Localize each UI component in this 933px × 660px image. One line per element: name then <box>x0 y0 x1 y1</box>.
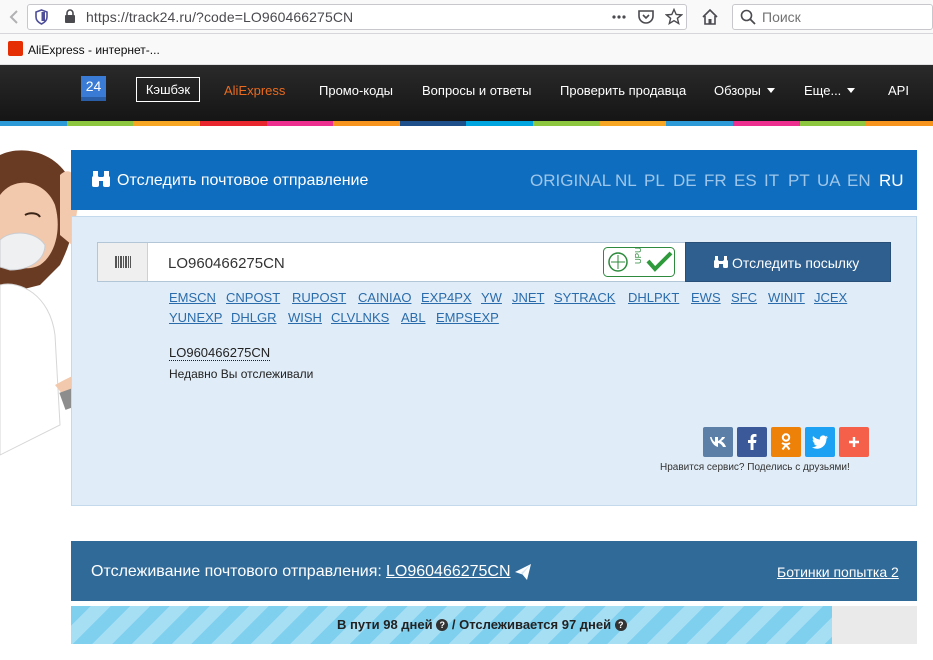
lang-original[interactable]: ORIGINAL <box>530 171 611 191</box>
more-share-button[interactable] <box>839 427 869 457</box>
carrier-link[interactable]: WINIT <box>768 290 805 305</box>
home-icon[interactable] <box>701 8 719 26</box>
facebook-icon <box>748 434 757 450</box>
carrier-link[interactable]: JNET <box>512 290 545 305</box>
lang-pt[interactable]: PT <box>788 171 810 191</box>
aliexpress-favicon-icon[interactable] <box>8 41 23 56</box>
result-title: Отслеживание почтового отправления: <box>91 563 382 580</box>
result-tracking-code[interactable]: LO960466275CN <box>386 563 511 581</box>
carrier-link[interactable]: JCEX <box>814 290 847 305</box>
chevron-down-icon <box>766 88 775 93</box>
help-icon[interactable]: ? <box>436 619 449 631</box>
recent-tracking-label: Недавно Вы отслеживали <box>169 367 314 381</box>
nav-item-faq[interactable]: Вопросы и ответы <box>422 83 531 98</box>
carrier-link[interactable]: SYTRACK <box>554 290 615 305</box>
more-dots-icon[interactable] <box>610 8 628 26</box>
carrier-link[interactable]: RUPOST <box>292 290 346 305</box>
odnoklassniki-icon <box>781 433 791 451</box>
carrier-link[interactable]: WISH <box>288 310 322 325</box>
carrier-link[interactable]: DHLGR <box>231 310 277 325</box>
svg-text:UPU: UPU <box>634 247 643 264</box>
shield-icon[interactable] <box>35 9 48 25</box>
nav-item-check-seller[interactable]: Проверить продавца <box>560 83 686 98</box>
chevron-down-icon <box>847 88 856 93</box>
carrier-link[interactable]: EMPSEXP <box>436 310 499 325</box>
lang-ua[interactable]: UA <box>817 171 841 191</box>
nav-item-reviews[interactable]: Обзоры <box>714 83 775 98</box>
search-placeholder[interactable]: Поиск <box>762 9 801 25</box>
carrier-link[interactable]: YW <box>481 290 502 305</box>
share-prompt: Нравится сервис? Поделись с друзьями! <box>660 462 850 473</box>
search-icon <box>740 9 756 25</box>
paper-plane-icon[interactable] <box>514 563 532 581</box>
vk-icon <box>710 437 726 447</box>
lang-it[interactable]: IT <box>764 171 779 191</box>
lang-fr[interactable]: FR <box>704 171 727 191</box>
parcel-name-link[interactable]: Ботинки попытка 2 <box>777 564 899 580</box>
color-stripe <box>0 121 933 126</box>
carrier-link[interactable]: CLVLNKS <box>331 310 389 325</box>
facebook-share-button[interactable] <box>737 427 767 457</box>
nav-item-more[interactable]: Еще... <box>804 83 856 98</box>
lang-nl[interactable]: NL <box>615 171 637 191</box>
twitter-icon <box>812 435 828 449</box>
site-logo[interactable]: 24 <box>81 76 106 101</box>
lang-en[interactable]: EN <box>847 171 871 191</box>
carrier-link[interactable]: EXP4PX <box>421 290 472 305</box>
twitter-share-button[interactable] <box>805 427 835 457</box>
lang-de[interactable]: DE <box>673 171 697 191</box>
lang-ru[interactable]: RU <box>879 171 904 191</box>
binoculars-icon <box>714 256 728 268</box>
carrier-link[interactable]: EMSCN <box>169 290 216 305</box>
carrier-link[interactable]: SFC <box>731 290 757 305</box>
upu-valid-icon: UPU <box>603 247 675 277</box>
carrier-link[interactable]: CNPOST <box>226 290 280 305</box>
carrier-link[interactable]: DHLPKT <box>628 290 679 305</box>
bookmark-aliexpress[interactable]: AliExpress - интернет-... <box>28 43 160 57</box>
nav-item-promo-codes[interactable]: Промо-коды <box>319 83 393 98</box>
nav-item-more-label[interactable]: Еще... <box>804 83 841 98</box>
back-arrow-icon[interactable] <box>6 8 24 26</box>
recent-tracking-link[interactable]: LO960466275CN <box>169 345 271 361</box>
nav-item-reviews-label[interactable]: Обзоры <box>714 83 761 98</box>
transit-status: В пути 98 дней ? / Отслеживается 97 дней… <box>337 617 627 632</box>
pocket-icon[interactable] <box>637 8 655 26</box>
tracked-days: Отслеживается 97 дней <box>459 617 612 632</box>
help-icon[interactable]: ? <box>614 619 627 631</box>
transit-progress-track <box>832 606 917 644</box>
binoculars-icon <box>92 171 110 187</box>
track-parcel-button-label[interactable]: Отследить посылку <box>732 255 859 271</box>
in-transit-days: В пути 98 дней <box>337 617 433 632</box>
star-icon[interactable] <box>665 8 683 26</box>
cashback-button[interactable]: Кэшбэк <box>136 77 200 102</box>
carrier-link[interactable]: CAINIAO <box>358 290 411 305</box>
carrier-link[interactable]: YUNEXP <box>169 310 222 325</box>
plus-icon <box>849 437 859 447</box>
status-separator: / <box>451 617 456 632</box>
tracker-title: Отследить почтовое отправление <box>117 172 369 189</box>
carrier-link[interactable]: EWS <box>691 290 721 305</box>
tracking-input-value[interactable]: LO960466275CN <box>168 255 285 272</box>
barcode-icon <box>115 256 131 268</box>
vk-share-button[interactable] <box>703 427 733 457</box>
lang-pl[interactable]: PL <box>644 171 665 191</box>
nav-item-aliexpress[interactable]: AliExpress <box>224 83 285 98</box>
url-text[interactable]: https://track24.ru/?code=LO960466275CN <box>86 9 353 25</box>
carrier-link[interactable]: ABL <box>401 310 426 325</box>
lang-es[interactable]: ES <box>734 171 757 191</box>
lock-icon[interactable] <box>64 9 76 24</box>
nav-item-api[interactable]: API <box>888 83 909 98</box>
odnoklassniki-share-button[interactable] <box>771 427 801 457</box>
